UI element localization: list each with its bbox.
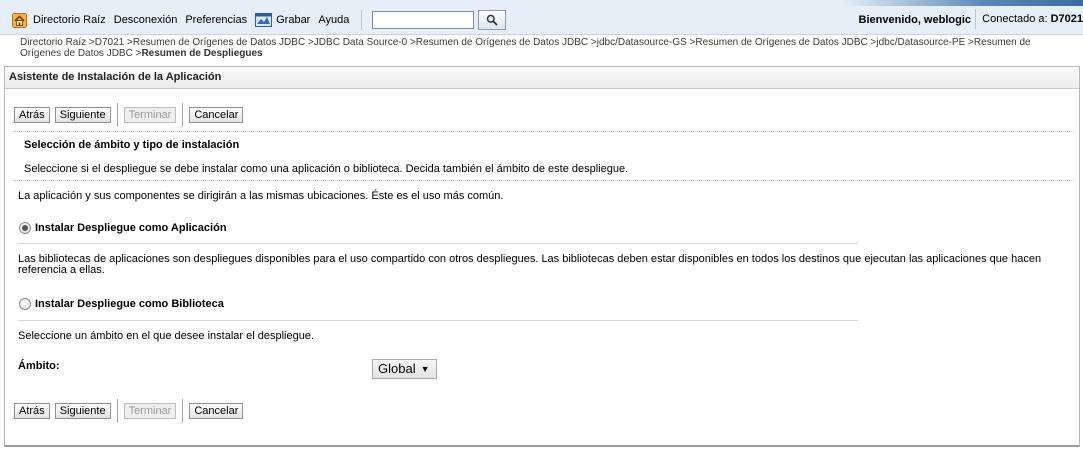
- breadcrumb: Directorio Raíz >D7021 >Resumen de Oríge…: [20, 37, 1031, 59]
- connected-domain: D7021: [1050, 13, 1083, 25]
- divider: [18, 243, 858, 244]
- wizard-buttons-bottom: Atrás Siguiente Terminar Cancelar: [14, 399, 248, 423]
- divider: [18, 320, 858, 321]
- breadcrumb-item[interactable]: jdbc/Datasource-PE: [876, 37, 965, 48]
- library-description: Las bibliotecas de aplicaciones son desp…: [18, 253, 1042, 276]
- search-icon: [487, 14, 498, 26]
- breadcrumb-item[interactable]: Directorio Raíz: [20, 37, 86, 48]
- next-button[interactable]: Siguiente: [54, 107, 111, 123]
- nav-record-link[interactable]: Grabar: [276, 14, 310, 26]
- section-title: Selección de ámbito y tipo de instalació…: [24, 139, 240, 151]
- install-wizard-panel: Asistente de Instalación de la Aplicació…: [4, 66, 1080, 447]
- connected-label: Conectado a:: [982, 13, 1048, 25]
- back-button[interactable]: Atrás: [14, 403, 50, 419]
- welcome-message: Bienvenido, weblogic: [858, 14, 971, 26]
- header-accent-stripe: [843, 0, 1083, 6]
- install-as-library-label[interactable]: Instalar Despliegue como Biblioteca: [35, 298, 224, 310]
- divider: [14, 180, 1074, 181]
- breadcrumb-item[interactable]: D7021: [95, 37, 124, 48]
- breadcrumb-item[interactable]: jdbc/Datasource-GS: [597, 37, 687, 48]
- app-description: La aplicación y sus componentes se dirig…: [18, 190, 504, 202]
- breadcrumb-item[interactable]: Resumen de Orígenes de Datos JDBC: [695, 37, 867, 48]
- connection-status: Conectado a: D7021: [975, 9, 1083, 29]
- panel-title: Asistente de Instalación de la Aplicació…: [5, 67, 1079, 89]
- dropdown-caret-icon: ▼: [420, 364, 430, 374]
- button-divider: [182, 399, 184, 423]
- next-button[interactable]: Siguiente: [54, 403, 111, 419]
- finish-button: Terminar: [123, 403, 177, 419]
- breadcrumb-item[interactable]: JDBC Data Source-0: [314, 37, 407, 48]
- nav-home-link[interactable]: Directorio Raíz: [33, 14, 106, 26]
- scope-description: Seleccione un ámbito en el que desee ins…: [18, 330, 314, 342]
- install-as-library-radio[interactable]: [19, 298, 31, 310]
- nav-divider: [361, 10, 363, 30]
- cancel-button[interactable]: Cancelar: [189, 107, 244, 123]
- install-as-app-radio[interactable]: [19, 222, 31, 234]
- back-button[interactable]: Atrás: [14, 107, 50, 123]
- home-icon[interactable]: [12, 12, 27, 28]
- wizard-buttons-top: Atrás Siguiente Terminar Cancelar: [14, 103, 248, 127]
- record-icon[interactable]: [255, 13, 273, 27]
- button-divider: [116, 103, 118, 127]
- scope-select[interactable]: Global ▼: [372, 359, 437, 379]
- button-divider: [116, 399, 118, 423]
- install-as-app-label[interactable]: Instalar Despliegue como Aplicación: [35, 222, 227, 234]
- cancel-button[interactable]: Cancelar: [189, 403, 244, 419]
- nav-help-link[interactable]: Ayuda: [318, 14, 349, 26]
- nav-preferences-link[interactable]: Preferencias: [185, 14, 247, 26]
- scope-label: Ámbito:: [18, 360, 60, 372]
- breadcrumb-item[interactable]: Resumen de Orígenes de Datos JDBC: [133, 37, 305, 48]
- search-input[interactable]: [372, 11, 475, 29]
- search-button[interactable]: [478, 10, 507, 30]
- breadcrumb-current: Resumen de Despliegues: [141, 48, 263, 59]
- finish-button: Terminar: [123, 107, 177, 123]
- nav-logout-link[interactable]: Desconexión: [114, 14, 178, 26]
- button-divider: [182, 103, 184, 127]
- top-toolbar: Directorio Raíz Desconexión Preferencias…: [0, 0, 1083, 35]
- divider: [14, 131, 1074, 132]
- top-nav: Directorio Raíz Desconexión Preferencias…: [12, 10, 507, 30]
- breadcrumb-item[interactable]: Resumen de Orígenes de Datos JDBC: [416, 37, 588, 48]
- section-description: Seleccione si el despliegue se debe inst…: [24, 163, 629, 175]
- scope-selected-value: Global: [378, 361, 416, 376]
